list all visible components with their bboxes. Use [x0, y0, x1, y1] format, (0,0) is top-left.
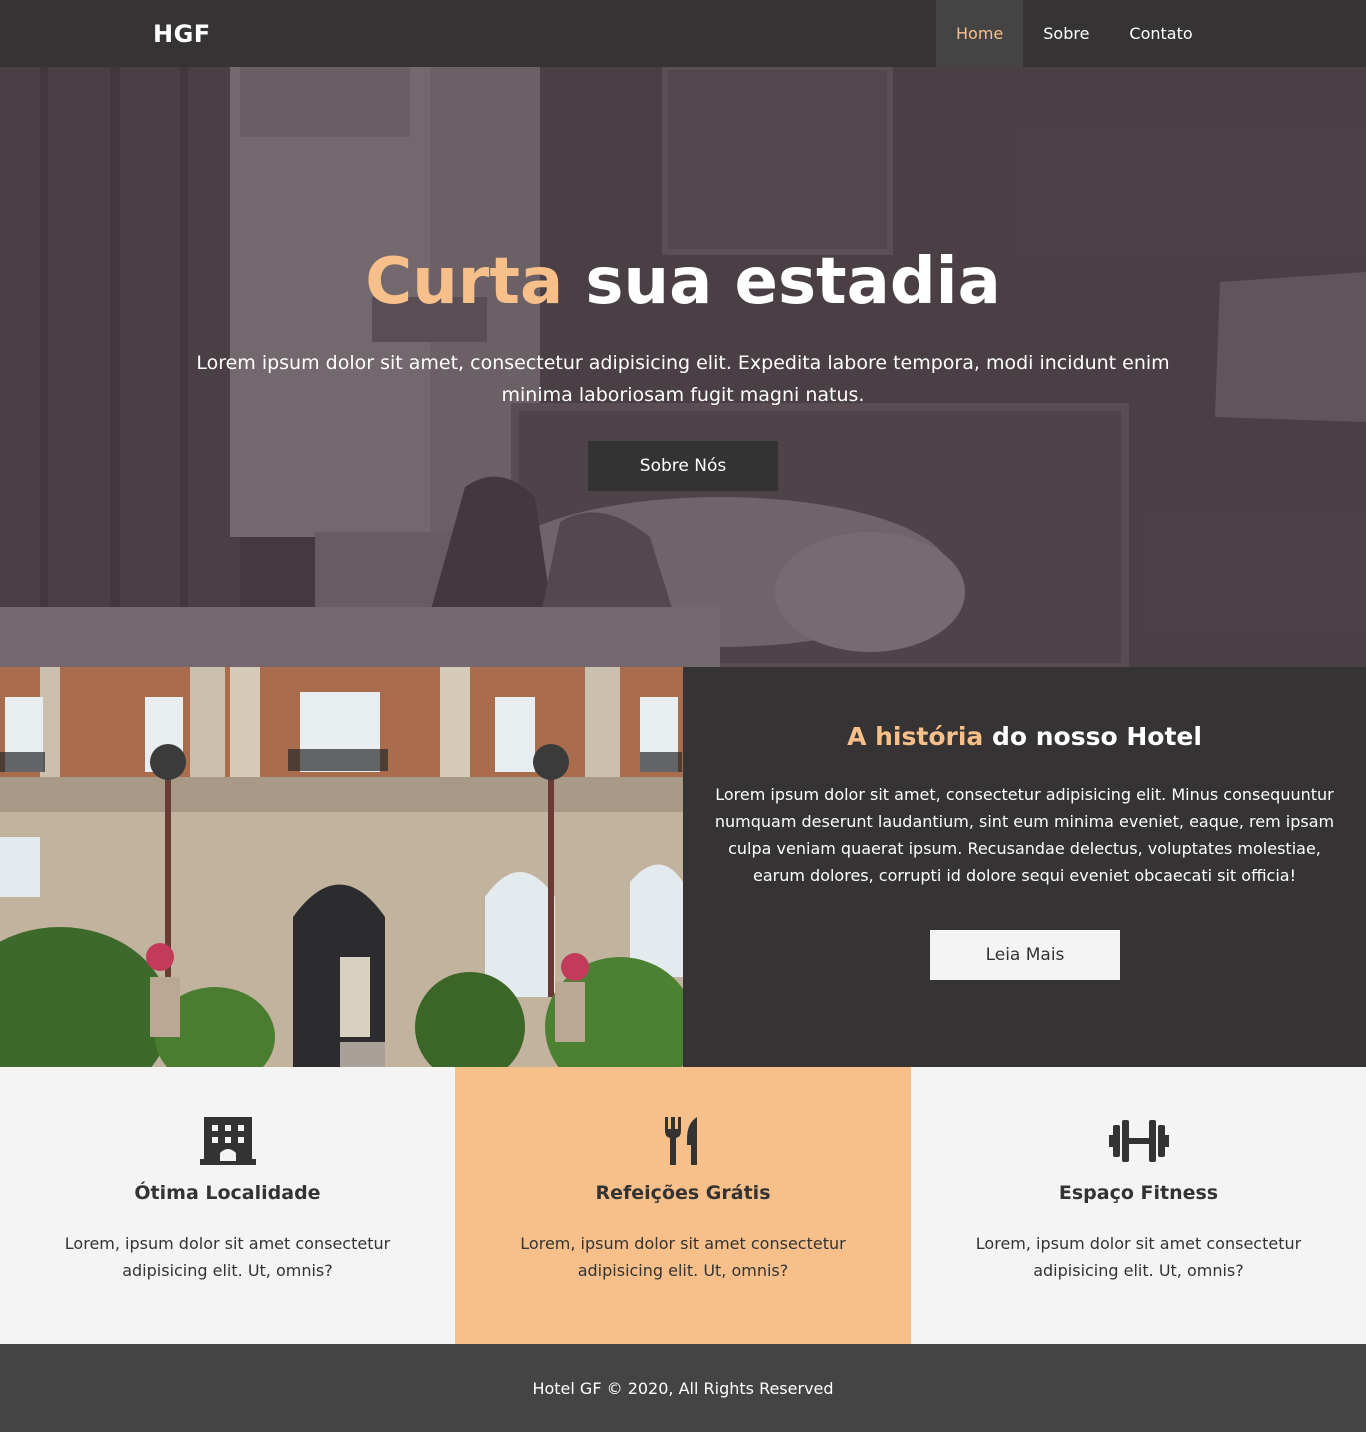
feature-title: Espaço Fitness — [1058, 1182, 1219, 1204]
feature-text: Lorem, ipsum dolor sit amet consectetur … — [975, 1234, 1302, 1280]
building-icon — [199, 1117, 256, 1165]
footer-text: Hotel GF © 2020, All Rights Reserved — [532, 1378, 834, 1398]
about-title: A história do nosso Hotel — [683, 722, 1366, 751]
hero-title: Curta sua estadia — [0, 245, 1366, 319]
nav-item-sobre[interactable]: Sobre — [1023, 0, 1109, 67]
nav-item-home[interactable]: Home — [936, 0, 1024, 67]
feature-refeicoes: Refeições Grátis Lorem, ipsum dolor sit … — [455, 1067, 911, 1344]
feature-text: Lorem, ipsum dolor sit amet consectetur … — [520, 1234, 846, 1280]
sobre-nos-button[interactable]: Sobre Nós — [588, 441, 778, 491]
navbar: HGF Home Sobre Contato — [0, 0, 1366, 67]
about-title-accent: A história — [847, 722, 984, 751]
utensils-icon — [665, 1117, 697, 1165]
hotel-building-image — [0, 667, 683, 1067]
nav-item-contato[interactable]: Contato — [1109, 0, 1212, 67]
hero-section: Curta sua estadia Lorem ipsum dolor sit … — [0, 67, 1366, 667]
features-section: Ótima Localidade Lorem, ipsum dolor sit … — [0, 1067, 1366, 1344]
hero-text: Lorem ipsum dolor sit amet, consectetur … — [196, 352, 1170, 406]
about-title-rest: do nosso Hotel — [983, 722, 1202, 751]
feature-fitness: Espaço Fitness Lorem, ipsum dolor sit am… — [911, 1067, 1366, 1344]
about-section: A história do nosso Hotel Lorem ipsum do… — [683, 667, 1366, 1067]
feature-title: Ótima Localidade — [134, 1182, 321, 1204]
hero-title-accent: Curta — [365, 245, 564, 319]
feature-text: Lorem, ipsum dolor sit amet consectetur … — [64, 1234, 391, 1280]
hotel-facade-illustration — [0, 667, 683, 1067]
hero-title-rest: sua estadia — [563, 245, 1001, 319]
feature-title: Refeições Grátis — [595, 1182, 771, 1204]
feature-localidade: Ótima Localidade Lorem, ipsum dolor sit … — [0, 1067, 455, 1344]
leia-mais-button[interactable]: Leia Mais — [930, 930, 1120, 980]
dumbbell-icon — [1108, 1120, 1169, 1162]
nav-menu: Home Sobre Contato — [936, 0, 1213, 67]
footer: Hotel GF © 2020, All Rights Reserved — [0, 1344, 1366, 1432]
about-text: Lorem ipsum dolor sit amet, consectetur … — [714, 785, 1335, 885]
logo[interactable]: HGF — [153, 20, 211, 48]
